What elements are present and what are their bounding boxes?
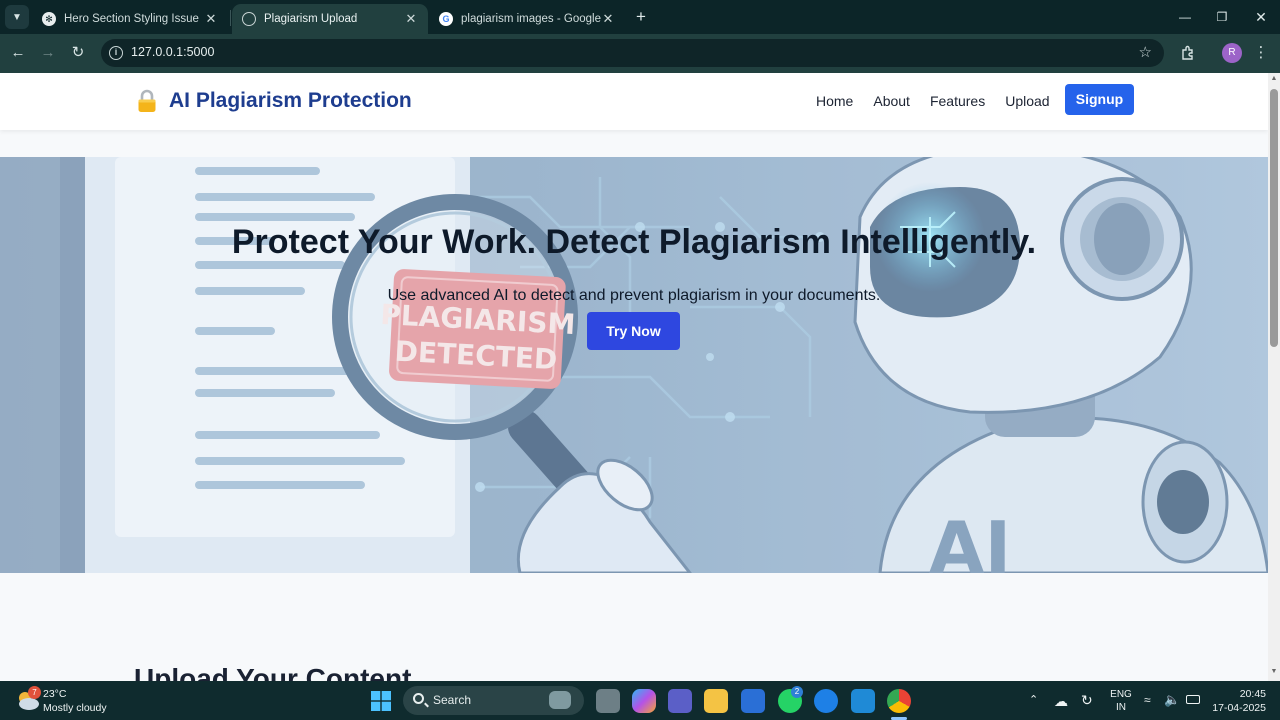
tray-overflow-chevron-icon[interactable]: ⌃	[1029, 693, 1038, 706]
browser-tab-bar: ▼ ✻ Hero Section Styling Issue ✕ Plagiar…	[0, 0, 1280, 34]
globe-icon	[242, 12, 256, 26]
volume-icon[interactable]: 🔈	[1164, 692, 1180, 708]
main-nav: Home About Features Upload	[816, 93, 1070, 109]
tab-plagiarism-upload[interactable]: Plagiarism Upload ✕	[232, 4, 428, 34]
chatgpt-icon: ✻	[42, 12, 56, 26]
tab-hero-section-styling[interactable]: ✻ Hero Section Styling Issue ✕	[32, 4, 228, 34]
task-view-icon[interactable]	[596, 689, 620, 713]
clock-time: 20:45	[1239, 688, 1266, 700]
reload-icon[interactable]: ↻	[67, 42, 89, 64]
brand[interactable]: AI Plagiarism Protection	[137, 89, 412, 113]
weather-alert-badge: 7	[28, 686, 41, 699]
search-highlight-icon	[549, 691, 571, 709]
scroll-up-arrow-icon[interactable]: ▲	[1270, 75, 1278, 82]
site-navbar: AI Plagiarism Protection Home About Feat…	[0, 73, 1268, 130]
whatsapp-notification-badge: 2	[791, 686, 803, 698]
page-scrollbar[interactable]: ▲ ▼	[1268, 73, 1280, 681]
hero-subtitle: Use advanced AI to detect and prevent pl…	[387, 287, 881, 304]
upload-section-heading: Upload Your Content	[134, 663, 412, 681]
language-code: ENG	[1110, 689, 1132, 700]
tab-divider	[230, 10, 231, 26]
site-info-icon[interactable]: i	[109, 46, 123, 60]
windows-start-icon[interactable]	[371, 691, 391, 711]
forward-arrow-icon[interactable]: →	[37, 42, 59, 64]
battery-icon[interactable]	[1186, 695, 1200, 704]
browser-toolbar: ← → ↻ i 127.0.0.1:5000 ☆ R ⋮	[0, 34, 1280, 73]
hero-title: Protect Your Work. Detect Plagiarism Int…	[231, 223, 1037, 261]
nav-about-link[interactable]: About	[873, 93, 910, 109]
system-clock[interactable]: 20:45 17-04-2025	[1210, 687, 1266, 715]
close-tab-icon[interactable]: ✕	[204, 11, 218, 27]
file-explorer-icon[interactable]	[704, 689, 728, 713]
bookmark-star-icon[interactable]: ☆	[1139, 43, 1152, 61]
onedrive-cloud-icon[interactable]: ☁	[1054, 693, 1068, 710]
address-url[interactable]: 127.0.0.1:5000	[131, 45, 214, 59]
chrome-icon[interactable]	[887, 689, 911, 713]
tab-google-search[interactable]: G plagiarism images - Google Sea ✕	[429, 4, 625, 34]
scroll-down-arrow-icon[interactable]: ▼	[1270, 668, 1278, 675]
google-icon: G	[439, 12, 453, 26]
signup-button[interactable]: Signup	[1065, 84, 1134, 115]
vscode-icon[interactable]	[851, 689, 875, 713]
tab-title: Hero Section Styling Issue	[64, 13, 199, 25]
hero-section: PLAGIARISM DETECTED AI Protect Your Work…	[0, 157, 1268, 573]
page-viewport: AI Plagiarism Protection Home About Feat…	[0, 73, 1268, 681]
minimize-icon[interactable]: —	[1170, 6, 1200, 28]
clock-date: 17-04-2025	[1212, 702, 1266, 714]
weather-temperature: 23°C	[43, 688, 67, 700]
brand-name: AI Plagiarism Protection	[169, 89, 412, 112]
address-bar[interactable]: i 127.0.0.1:5000 ☆	[101, 39, 1164, 67]
new-tab-plus-icon[interactable]: +	[632, 7, 650, 27]
nav-features-link[interactable]: Features	[930, 93, 985, 109]
android-studio-icon[interactable]	[814, 689, 838, 713]
tab-title: plagiarism images - Google Sea	[461, 13, 601, 25]
wifi-icon[interactable]: ≈	[1144, 693, 1151, 707]
extensions-puzzle-icon[interactable]	[1177, 42, 1199, 64]
region-code: IN	[1116, 702, 1126, 713]
nav-upload-link[interactable]: Upload	[1005, 93, 1049, 109]
copilot-icon[interactable]	[632, 689, 656, 713]
teams-icon[interactable]	[668, 689, 692, 713]
taskbar-search-label: Search	[433, 693, 472, 707]
close-tab-icon[interactable]: ✕	[601, 11, 615, 27]
windows-taskbar: 7 23°C Mostly cloudy Search 2 ⌃ ☁ ↻ ENG …	[0, 681, 1280, 720]
restore-icon[interactable]: ❐	[1207, 6, 1237, 28]
try-now-button[interactable]: Try Now	[587, 312, 680, 350]
close-window-icon[interactable]: ✕	[1246, 6, 1276, 28]
tab-search-chevron-icon[interactable]: ▼	[5, 5, 29, 29]
microsoft-store-icon[interactable]	[741, 689, 765, 713]
profile-avatar[interactable]: R	[1222, 43, 1242, 63]
hero-background-illustration: PLAGIARISM DETECTED AI	[0, 157, 1268, 573]
tab-title: Plagiarism Upload	[264, 13, 358, 25]
language-indicator[interactable]: ENG IN	[1110, 688, 1132, 714]
weather-condition: Mostly cloudy	[43, 702, 107, 714]
lock-icon	[137, 89, 157, 113]
sync-icon[interactable]: ↻	[1081, 692, 1093, 709]
scroll-thumb[interactable]	[1270, 89, 1278, 347]
weather-widget[interactable]: 7 23°C Mostly cloudy	[16, 686, 116, 716]
back-arrow-icon[interactable]: ←	[7, 42, 29, 64]
close-tab-icon[interactable]: ✕	[404, 11, 418, 27]
taskbar-search[interactable]: Search	[403, 686, 584, 715]
nav-home-link[interactable]: Home	[816, 93, 853, 109]
search-icon	[413, 693, 424, 704]
browser-menu-kebab-icon[interactable]: ⋮	[1250, 42, 1272, 64]
